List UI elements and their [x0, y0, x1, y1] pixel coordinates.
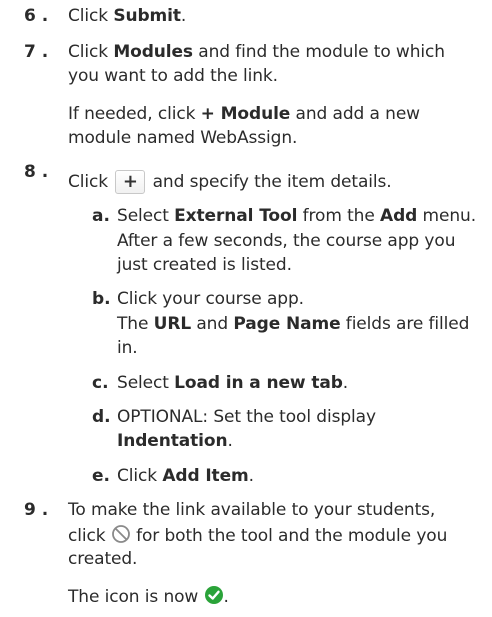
step-7-note: If needed, click + Module and add a new — [68, 103, 420, 125]
step-8b-note-mid: and — [191, 314, 234, 334]
step-8e-text-end: . — [248, 466, 254, 486]
step-8a-external-tool-label: External Tool — [174, 206, 298, 226]
step-8b-note-line2: in. — [117, 338, 138, 358]
step-8a-text: Select External Tool from the Add menu. — [117, 205, 476, 227]
step-8b-text: Click your course app. — [117, 289, 304, 309]
step-8b-page-name-label: Page Name — [233, 314, 341, 334]
step-8d-indentation-label: Indentation — [117, 431, 228, 451]
step-8b-url-label: URL — [153, 314, 192, 334]
step-8a-letter: a. — [92, 206, 110, 226]
step-9-text-part: click — [68, 526, 111, 546]
step-8c-load-new-tab-label: Load in a new tab — [174, 373, 343, 393]
step-9-text-line2: click for both the tool and the module y… — [68, 524, 447, 547]
instruction-document: 6 . Click Submit. 7 . Click Modules and … — [0, 0, 492, 617]
step-9-text-rest: for both the tool and the module you — [130, 526, 448, 546]
step-8a-text-end: menu. — [417, 206, 477, 226]
step-7-add-module-label: + Module — [200, 104, 291, 124]
step-8e-letter: e. — [92, 466, 110, 486]
step-8a-text-part: Select — [117, 206, 175, 226]
step-8-text-part: Click — [68, 172, 114, 192]
step-6-number: 6 . — [24, 6, 49, 26]
step-8a-text-mid: from the — [297, 206, 381, 226]
step-7-text: Click Modules and find the module to whi… — [68, 41, 445, 63]
step-8b-note-part: The — [117, 314, 154, 334]
step-8-number: 8 . — [24, 162, 49, 182]
step-8b-letter: b. — [92, 289, 111, 309]
step-7-text-line2: you want to add the link. — [68, 66, 278, 86]
step-8c-letter: c. — [92, 373, 109, 393]
step-8-text-rest: and specify the item details. — [147, 172, 392, 192]
step-8c-text-end: . — [342, 373, 349, 393]
step-8c-text: Select Load in a new tab. — [117, 372, 348, 394]
step-8b-note-rest: fields are filled — [340, 314, 470, 334]
step-9-note-end: . — [223, 587, 229, 607]
step-6-text-end: . — [180, 6, 187, 26]
step-9-text-line3: created. — [68, 549, 138, 569]
unpublished-circle-icon[interactable] — [111, 524, 131, 544]
step-7-text-part: Click — [68, 42, 114, 62]
step-8a-note-line1: After a few seconds, the course app you — [117, 231, 456, 251]
step-9-note-part: The icon is now — [68, 587, 204, 607]
step-6-text-part: Click — [68, 6, 114, 26]
step-9-text-line1: To make the link available to your stude… — [68, 500, 436, 520]
step-8a-add-label: Add — [380, 206, 418, 226]
step-8d-text-end: . — [227, 431, 233, 451]
step-6-submit-label: Submit — [113, 6, 181, 26]
step-8d-text-line2: Indentation. — [117, 430, 233, 452]
step-7-note-part: If needed, click — [68, 104, 201, 124]
step-7-note-rest: and add a new — [290, 104, 421, 124]
step-9-note: The icon is now . — [68, 585, 229, 608]
step-8c-text-part: Select — [117, 373, 175, 393]
step-7-modules-label: Modules — [113, 42, 193, 62]
step-8e-text-part: Click — [117, 466, 163, 486]
step-6-text: Click Submit. — [68, 5, 186, 27]
step-8d-letter: d. — [92, 407, 111, 427]
step-7-number: 7 . — [24, 42, 49, 62]
step-8e-add-item-label: Add Item — [162, 466, 249, 486]
step-8a-note-line2: just created is listed. — [117, 255, 292, 275]
published-check-icon — [204, 586, 223, 604]
step-7-text-rest: and find the module to which — [192, 42, 445, 62]
step-8d-text: OPTIONAL: Set the tool display — [117, 407, 376, 427]
step-9-number: 9 . — [24, 500, 49, 520]
step-8e-text: Click Add Item. — [117, 465, 254, 487]
add-item-plus-button[interactable]: + — [115, 170, 146, 194]
step-8b-note: The URL and Page Name fields are filled — [117, 313, 469, 335]
step-8-text: Click + and specify the item details. — [68, 170, 392, 194]
step-7-note-line2: module named WebAssign. — [68, 128, 298, 148]
